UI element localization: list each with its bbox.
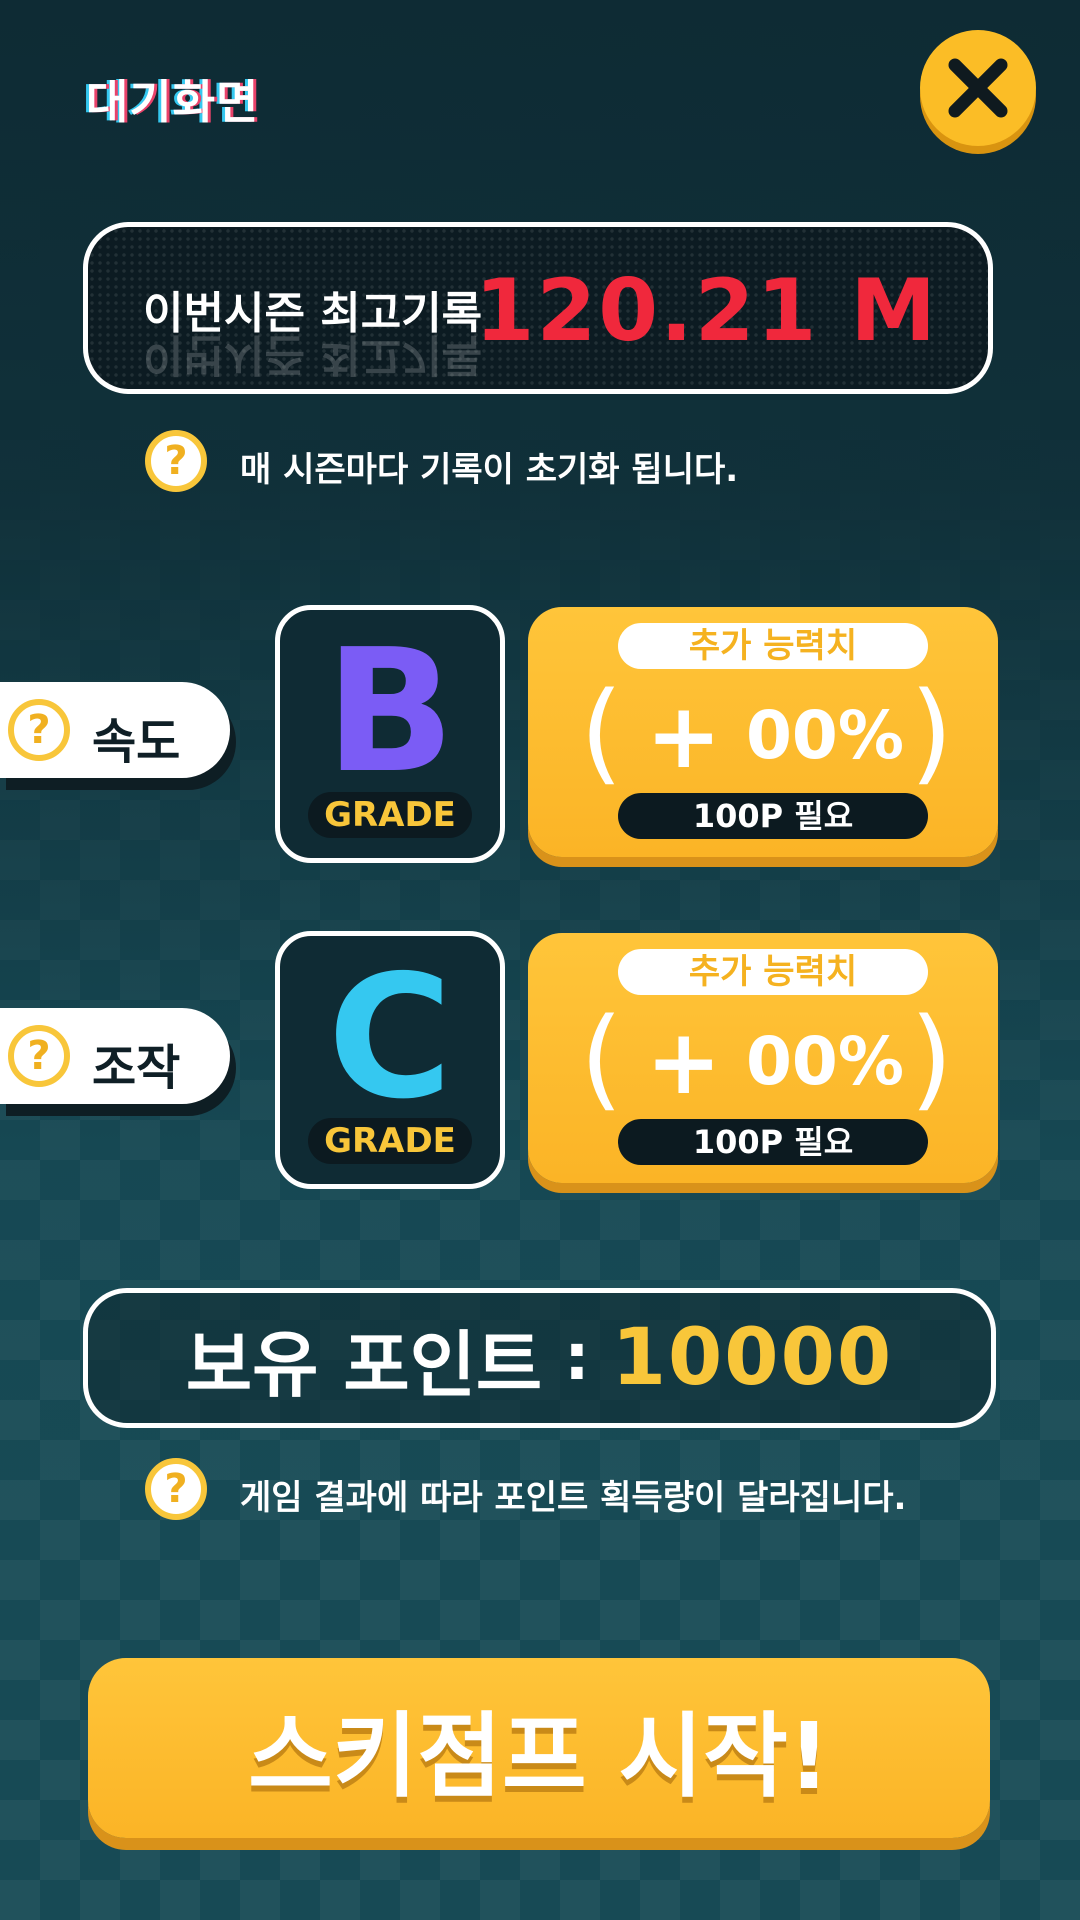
grade-box-control: C GRADE — [275, 931, 505, 1189]
upgrade-cost: 100P 필요 — [618, 793, 928, 839]
season-record-panel: 이번시즌 최고기록 이번시즌 최고기록 120.21 M — [83, 222, 993, 394]
record-reset-note: 매 시즌마다 기록이 초기화 됩니다. — [240, 450, 739, 490]
left-paren-icon: ( — [580, 994, 623, 1122]
stat-tag-speed: ? 속도 — [0, 682, 230, 778]
grade-letter-speed: B — [325, 613, 455, 811]
plus-icon: + — [646, 684, 722, 789]
start-button-label: 스키점프 시작! — [248, 1702, 830, 1810]
upgrade-value: 00% — [746, 1023, 904, 1100]
help-icon[interactable]: ? — [8, 1025, 70, 1087]
stat-tag-control: ? 조작 — [0, 1008, 230, 1104]
points-value: 10000 — [611, 1313, 894, 1403]
grade-box-speed: B GRADE — [275, 605, 505, 863]
upgrade-cost: 100P 필요 — [618, 1119, 928, 1165]
plus-icon: + — [646, 1010, 722, 1115]
help-icon[interactable]: ? — [145, 1458, 207, 1520]
close-icon — [948, 58, 1008, 118]
close-button[interactable] — [920, 30, 1036, 146]
upgrade-button-control[interactable]: 추가 능력치 ( + 00% ) 100P 필요 — [528, 933, 998, 1183]
start-button[interactable]: 스키점프 시작! — [88, 1658, 990, 1838]
left-paren-icon: ( — [580, 668, 623, 796]
page-title: 대기화면 — [86, 75, 260, 129]
season-record-label-reflection: 이번시즌 최고기록 — [143, 329, 483, 380]
grade-tag: GRADE — [308, 1118, 472, 1164]
upgrade-button-speed[interactable]: 추가 능력치 ( + 00% ) 100P 필요 — [528, 607, 998, 857]
grade-letter-control: C — [327, 939, 453, 1137]
points-separator: : — [564, 1321, 590, 1395]
help-icon[interactable]: ? — [145, 430, 207, 492]
upgrade-title: 추가 능력치 — [618, 949, 928, 995]
right-paren-icon: ) — [910, 994, 953, 1122]
help-icon[interactable]: ? — [8, 699, 70, 761]
grade-tag: GRADE — [308, 792, 472, 838]
season-record-value: 120.21 M — [474, 261, 938, 361]
upgrade-title: 추가 능력치 — [618, 623, 928, 669]
points-label: 보유 포인트 — [185, 1322, 543, 1407]
points-note: 게임 결과에 따라 포인트 획득량이 달라집니다. — [240, 1478, 907, 1518]
right-paren-icon: ) — [910, 668, 953, 796]
stat-label-speed: 속도 — [92, 714, 181, 770]
upgrade-value: 00% — [746, 697, 904, 774]
stat-label-control: 조작 — [92, 1040, 181, 1096]
points-panel: 보유 포인트 : 10000 — [83, 1288, 996, 1428]
